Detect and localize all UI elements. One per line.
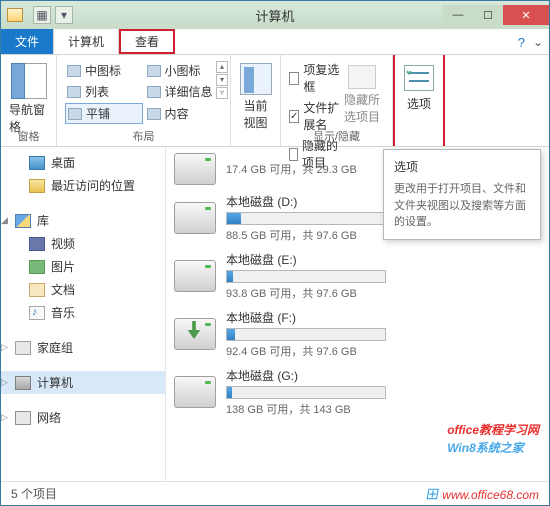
sidebar: 桌面 最近访问的位置 ◢库 视频 图片 文档 音乐 ▷家庭组 ▷计算机 ▷网络: [1, 147, 166, 481]
network-icon: [15, 411, 31, 425]
status-item-count: 5 个项目: [11, 485, 57, 502]
sidebar-item-recent[interactable]: 最近访问的位置: [1, 174, 165, 197]
layout-details[interactable]: 详细信息: [145, 82, 223, 101]
chevron-right-icon[interactable]: ▷: [1, 342, 8, 353]
chevron-down-icon[interactable]: ◢: [1, 215, 8, 226]
drive-download-icon: [174, 318, 216, 350]
current-view-icon[interactable]: [240, 63, 272, 95]
layout-small-icons[interactable]: 小图标: [145, 61, 223, 80]
close-button[interactable]: ✕: [503, 5, 549, 25]
capacity-bar: [226, 270, 386, 283]
app-icon: [7, 8, 23, 22]
qat-dropdown[interactable]: ▾: [55, 6, 73, 24]
collapse-ribbon-icon[interactable]: ⌄: [533, 35, 543, 49]
ribbon-group-options: 选项: [393, 55, 445, 146]
layout-medium-icons[interactable]: 中图标: [65, 61, 143, 80]
chevron-right-icon[interactable]: ▷: [1, 377, 8, 388]
capacity-bar: [226, 386, 386, 399]
chevron-right-icon[interactable]: ▷: [1, 412, 8, 423]
homegroup-icon: [15, 341, 31, 355]
sidebar-item-network[interactable]: ▷网络: [1, 406, 165, 429]
drive-item[interactable]: 本地磁盘 (F:) 92.4 GB 可用，共 97.6 GB: [166, 305, 549, 363]
layout-tiles[interactable]: 平铺: [65, 103, 143, 124]
drive-icon: [174, 260, 216, 292]
nav-pane-icon[interactable]: [11, 63, 47, 99]
computer-icon: [15, 376, 31, 390]
minimize-button[interactable]: ―: [443, 5, 473, 25]
sidebar-item-desktop[interactable]: 桌面: [1, 151, 165, 174]
tab-file[interactable]: 文件: [1, 29, 54, 54]
titlebar: ▦ ▾ 计算机 ― ☐ ✕: [1, 1, 549, 29]
maximize-button[interactable]: ☐: [473, 5, 503, 25]
check-item-checkboxes[interactable]: 项复选框: [289, 59, 340, 97]
library-icon: [15, 214, 31, 228]
capacity-bar: [226, 328, 386, 341]
layout-scroll-down[interactable]: ▾: [216, 74, 228, 86]
help-icon[interactable]: ?: [518, 35, 525, 50]
drive-icon: [174, 153, 216, 185]
hide-icon: [348, 65, 376, 89]
statusbar: 5 个项目 ⊞ www.office68.com: [1, 481, 549, 505]
sidebar-item-libraries[interactable]: ◢库: [1, 209, 165, 232]
sidebar-item-computer[interactable]: ▷计算机: [1, 371, 165, 394]
tab-view[interactable]: 查看: [119, 29, 175, 54]
ribbon-group-show-hide: 项复选框 ✓文件扩展名 隐藏的项目 隐藏所选项目 显示/隐藏: [281, 55, 393, 146]
tab-computer[interactable]: 计算机: [54, 29, 119, 54]
document-icon: [29, 283, 45, 297]
layout-list[interactable]: 列表: [65, 82, 143, 101]
drive-item[interactable]: 本地磁盘 (E:) 93.8 GB 可用，共 97.6 GB: [166, 247, 549, 305]
window-title: 计算机: [255, 6, 294, 25]
watermark: office教程学习网 Win8系统之家: [447, 421, 539, 457]
ribbon-group-panes: 导航窗格 窗格: [1, 55, 57, 146]
options-icon[interactable]: [404, 65, 434, 91]
sidebar-item-documents[interactable]: 文档: [1, 278, 165, 301]
sidebar-item-pictures[interactable]: 图片: [1, 255, 165, 278]
sidebar-item-videos[interactable]: 视频: [1, 232, 165, 255]
ribbon-group-current-view: 当前视图: [231, 55, 281, 146]
picture-icon: [29, 260, 45, 274]
ribbon-tabs: 文件 计算机 查看 ? ⌄: [1, 29, 549, 55]
layout-content[interactable]: 内容: [145, 103, 223, 124]
desktop-icon: [29, 156, 45, 170]
ribbon: 导航窗格 窗格 中图标 小图标 列表 详细信息 平铺 内容 ▴ ▾ ▿ 布局 当…: [1, 55, 549, 147]
layout-expand[interactable]: ▿: [216, 87, 228, 99]
capacity-bar: [226, 212, 386, 225]
sidebar-item-music[interactable]: 音乐: [1, 301, 165, 324]
layout-scroll-up[interactable]: ▴: [216, 61, 228, 73]
drive-item[interactable]: 本地磁盘 (G:) 138 GB 可用，共 143 GB: [166, 363, 549, 421]
recent-icon: [29, 179, 45, 193]
drive-icon: [174, 202, 216, 234]
sidebar-item-homegroup[interactable]: ▷家庭组: [1, 336, 165, 359]
ribbon-group-layout: 中图标 小图标 列表 详细信息 平铺 内容 ▴ ▾ ▿ 布局: [57, 55, 231, 146]
options-tooltip: 选项 更改用于打开项目、文件和文件夹视图以及搜索等方面的设置。: [383, 149, 541, 240]
music-icon: [29, 306, 45, 320]
drive-icon: [174, 376, 216, 408]
options-label[interactable]: 选项: [407, 95, 431, 112]
windows-logo-icon: ⊞: [424, 484, 441, 504]
qat-properties[interactable]: ▦: [33, 6, 51, 24]
video-icon: [29, 237, 45, 251]
